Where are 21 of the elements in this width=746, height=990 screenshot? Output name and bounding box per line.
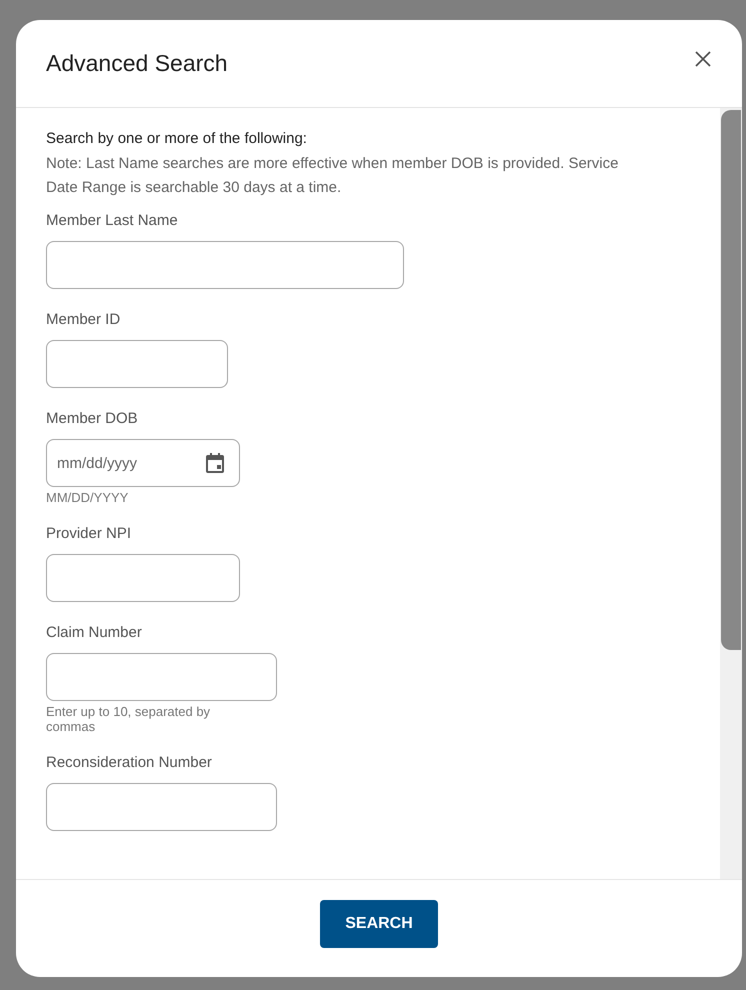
scrollbar[interactable] (720, 108, 742, 879)
field-label: Claim Number (46, 624, 142, 641)
field-label: Provider NPI (46, 525, 132, 542)
calendar-icon[interactable] (206, 453, 224, 473)
field-label: Member ID (46, 311, 120, 328)
instructions-note: Note: Last Name searches are more effective when member DOB is provided. Service Date Range is searchable 30 days at a time. (46, 154, 620, 198)
field-label: Member DOB (46, 410, 138, 427)
field-label: Reconsideration Number (46, 754, 212, 771)
text-field[interactable] (46, 783, 277, 831)
field-hint: Enter up to 10, separated by commas (46, 704, 212, 734)
text-field[interactable] (46, 653, 277, 701)
dialog-title: Advanced Search (46, 50, 228, 77)
text-field[interactable] (46, 241, 404, 289)
field-label: Member Last Name (46, 212, 178, 229)
scroll-thumb[interactable] (721, 110, 741, 650)
field-hint: MM/DD/YYYY (46, 490, 128, 505)
text-field[interactable] (46, 554, 240, 602)
date-field[interactable]: mm/dd/yyyy (46, 439, 240, 487)
search-button[interactable]: SEARCH (320, 900, 438, 948)
text-field[interactable] (46, 340, 228, 388)
instructions-heading: Search by one or more of the following: (46, 130, 308, 147)
